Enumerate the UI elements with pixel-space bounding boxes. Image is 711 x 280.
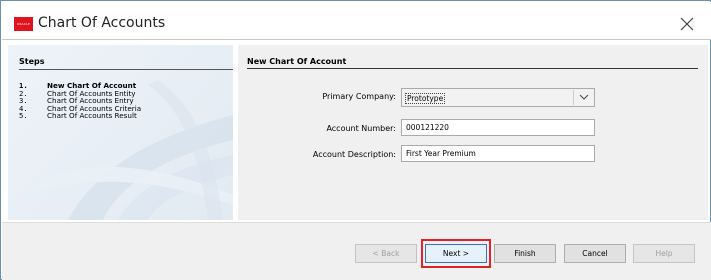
account-description-input[interactable] (401, 145, 595, 162)
wizard-window: ORACLE Chart Of Accounts Steps 1. New Cha… (0, 0, 711, 280)
step-list: 1. New Chart Of Account 2. Chart Of Accoun… (19, 82, 141, 120)
chevron-down-icon (579, 94, 589, 100)
dropdown-toggle[interactable] (573, 90, 593, 105)
step-number: 5. (19, 111, 28, 120)
step-label: Chart Of Accounts Result (47, 111, 137, 120)
primary-company-value: Prototype (405, 93, 446, 104)
account-description-label: Account Description: (312, 150, 396, 159)
oracle-logo: ORACLE (14, 17, 33, 31)
button-bar: < Back Next > Finish Cancel Help (2, 222, 711, 280)
primary-company-label: Primary Company: (322, 92, 396, 101)
back-button[interactable]: < Back (355, 244, 417, 263)
account-number-input[interactable] (401, 119, 595, 136)
title-bar: ORACLE Chart Of Accounts (2, 2, 711, 40)
window-title: Chart Of Accounts (38, 15, 166, 31)
steps-heading: Steps (19, 57, 45, 66)
finish-button[interactable]: Finish (494, 244, 556, 263)
form-panel: New Chart Of Account Primary Company: Pr… (238, 45, 708, 220)
steps-divider (19, 69, 233, 70)
steps-panel: Steps 1. New Chart Of Account 2. Chart Of … (8, 45, 233, 220)
next-button[interactable]: Next > (425, 244, 487, 263)
cancel-button[interactable]: Cancel (564, 244, 626, 263)
form-heading: New Chart Of Account (247, 57, 347, 66)
account-number-label: Account Number: (326, 124, 396, 133)
close-button[interactable] (676, 13, 698, 35)
primary-company-select[interactable]: Prototype (401, 88, 595, 107)
help-button[interactable]: Help (633, 244, 695, 263)
form-divider (247, 68, 698, 69)
decorative-swoosh-graphic (28, 80, 233, 220)
close-icon (680, 17, 694, 31)
step-item: 5. Chart Of Accounts Result (19, 112, 141, 120)
